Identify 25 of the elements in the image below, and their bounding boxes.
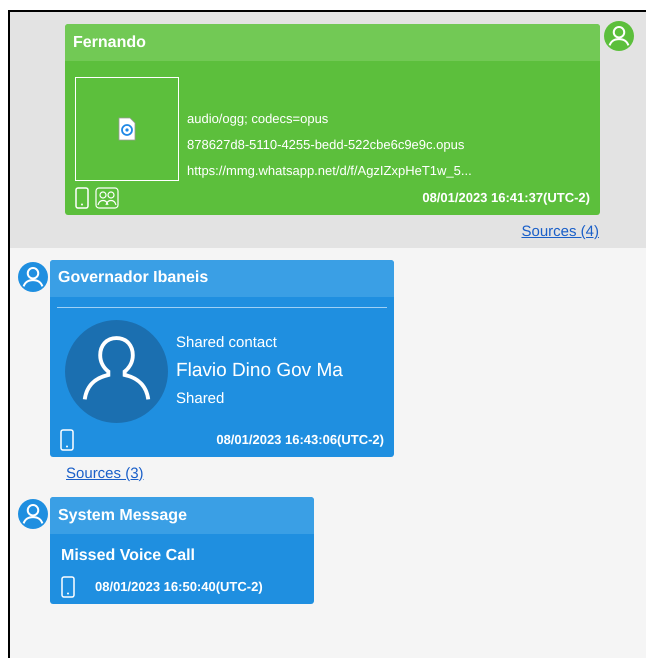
attachment-thumbnail[interactable] [75,77,179,181]
message-timestamp: 08/01/2023 16:43:06(UTC-2) [216,430,384,449]
message-timestamp: 08/01/2023 16:41:37(UTC-2) [422,189,590,208]
phone-icon [61,576,75,598]
audio-file-icon [118,117,136,141]
message-text: Missed Voice Call [61,547,195,564]
sender-name: System Message [58,506,187,526]
sender-name: Fernando [73,32,146,52]
attachment-detail: audio/ogg; codecs=opus [187,110,330,128]
avatar-icon [18,262,48,292]
avatar-icon [604,21,634,51]
contact-avatar-icon [65,320,168,422]
sender-name: Governador Ibaneis [58,268,208,288]
phone-icon [75,187,89,209]
phone-icon [60,428,74,450]
message-timestamp: 08/01/2023 16:50:40(UTC-2) [95,578,263,596]
contact-label: Shared contact [176,333,278,353]
attachment-detail: 878627d8-5110-4255-bedd-522cbe6c9e9c.opus [187,136,466,154]
avatar-icon [18,499,48,529]
sources-link[interactable]: Sources (3) [66,462,144,485]
group-icon [95,187,119,209]
contact-status: Shared [176,389,226,409]
contact-name: Flavio Dino Gov Ma [176,359,343,383]
sources-link[interactable]: Sources (4) [521,221,599,244]
attachment-detail: https://mmg.whatsapp.net/d/f/AgzIZxpHeT1w_5... [187,162,472,180]
